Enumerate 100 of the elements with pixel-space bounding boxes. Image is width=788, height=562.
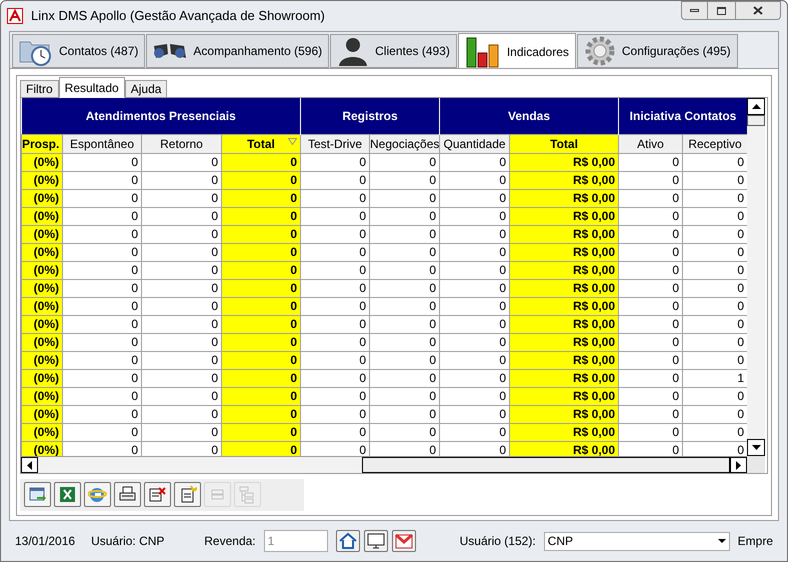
table-cell: 0: [62, 333, 142, 351]
tab[interactable]: Clientes (493): [330, 34, 457, 68]
table-cell: 0: [440, 153, 510, 171]
table-cell: 0: [142, 387, 222, 405]
horizontal-scrollbar[interactable]: [21, 456, 747, 473]
tab[interactable]: Indicadores: [458, 33, 576, 69]
table-cell: 0: [682, 207, 747, 225]
table-cell: 0: [370, 315, 440, 333]
table-cell: 0: [142, 153, 222, 171]
table-cell: 0: [618, 351, 683, 369]
table-cell: 0: [440, 333, 510, 351]
table-cell: 0: [222, 333, 300, 351]
table-cell: 0: [142, 297, 222, 315]
table-cell: 0: [300, 189, 370, 207]
user-dropdown[interactable]: CNP: [544, 532, 730, 550]
table-cell: 0: [300, 207, 370, 225]
table-cell: 0: [62, 315, 142, 333]
vertical-scrollbar[interactable]: [747, 98, 765, 456]
table-cell: 0: [62, 243, 142, 261]
column-header[interactable]: Prosp.: [22, 134, 62, 153]
table-cell: R$ 0,00: [510, 387, 619, 405]
user-count-label: Usuário (152):: [460, 533, 536, 550]
table-cell: 0: [62, 207, 142, 225]
tab[interactable]: Acompanhamento (596): [146, 34, 330, 68]
table-cell: 0: [222, 351, 300, 369]
table-cell: R$ 0,00: [510, 369, 619, 387]
subtab[interactable]: Filtro: [20, 80, 59, 98]
toolbar-button[interactable]: [144, 482, 171, 507]
scroll-thumb[interactable]: [747, 115, 765, 126]
table-cell: (0%): [22, 189, 62, 207]
table-cell: 0: [142, 243, 222, 261]
table-cell: (0%): [22, 279, 62, 297]
table-cell: R$ 0,00: [510, 189, 619, 207]
tab[interactable]: Configurações (495): [576, 34, 738, 68]
table-cell: 0: [300, 261, 370, 279]
table-cell: 0: [440, 189, 510, 207]
table-cell: 0: [142, 423, 222, 441]
globe-icon: [88, 485, 107, 504]
table-cell: (0%): [22, 333, 62, 351]
table-cell: 0: [300, 387, 370, 405]
document-cross-icon: [148, 485, 167, 504]
table-cell: 0: [682, 441, 747, 456]
table-cell: 0: [222, 405, 300, 423]
table-cell: R$ 0,00: [510, 405, 619, 423]
table-cell: 0: [142, 171, 222, 189]
caret-icon: [718, 539, 726, 543]
table-cell: 0: [682, 171, 747, 189]
column-header[interactable]: Negociações: [370, 134, 440, 153]
table-cell: 0: [618, 225, 683, 243]
table-cell: 0: [370, 351, 440, 369]
table-cell: 0: [440, 279, 510, 297]
table-cell: 0: [618, 153, 683, 171]
table-cell: 0: [618, 315, 683, 333]
mail-button[interactable]: [392, 530, 416, 552]
toolbar-button[interactable]: [114, 482, 141, 507]
table-cell: 0: [142, 225, 222, 243]
table-cell: 0: [370, 423, 440, 441]
maximize-button[interactable]: [708, 1, 735, 20]
column-header[interactable]: Espontâneo: [62, 134, 142, 153]
table-cell: 0: [62, 189, 142, 207]
column-header[interactable]: Ativo: [618, 134, 683, 153]
table-cell: 0: [62, 369, 142, 387]
table-cell: 0: [682, 405, 747, 423]
table-cell: 0: [300, 279, 370, 297]
column-header[interactable]: Receptivo: [682, 134, 747, 153]
column-header[interactable]: Test-Drive: [300, 134, 370, 153]
table-cell: 0: [142, 261, 222, 279]
scroll-thumb[interactable]: [362, 457, 730, 473]
table-cell: 0: [440, 423, 510, 441]
table-cell: 0: [618, 369, 683, 387]
table-cell: 0: [440, 441, 510, 456]
toolbar-button[interactable]: [54, 482, 81, 507]
table-cell: (0%): [22, 369, 62, 387]
table-cell: 0: [222, 189, 300, 207]
table-cell: 0: [370, 261, 440, 279]
table-cell: 0: [62, 441, 142, 456]
table-cell: 0: [142, 369, 222, 387]
column-header[interactable]: Retorno: [142, 134, 222, 153]
table-cell: 0: [682, 297, 747, 315]
table-cell: 0: [682, 225, 747, 243]
home-button[interactable]: [336, 530, 360, 552]
scroll-right-icon: [736, 460, 741, 470]
column-header[interactable]: Total: [510, 134, 619, 153]
table-cell: 0: [222, 387, 300, 405]
table-cell: R$ 0,00: [510, 441, 619, 456]
subtab[interactable]: Resultado: [58, 77, 125, 98]
column-header[interactable]: Total: [222, 134, 300, 153]
tab[interactable]: Contatos (487): [12, 34, 146, 68]
table-cell: 0: [440, 207, 510, 225]
minimize-button[interactable]: [681, 1, 708, 20]
table-cell: 0: [370, 207, 440, 225]
monitor-button[interactable]: [364, 530, 388, 552]
table-cell: 0: [618, 333, 683, 351]
close-button[interactable]: [735, 1, 781, 20]
table-cell: 0: [440, 315, 510, 333]
table-cell: 0: [618, 441, 683, 456]
subtab[interactable]: Ajuda: [124, 80, 168, 98]
column-header[interactable]: Quantidade: [440, 134, 510, 153]
toolbar-button[interactable]: [174, 482, 201, 507]
table-cell: 0: [370, 405, 440, 423]
